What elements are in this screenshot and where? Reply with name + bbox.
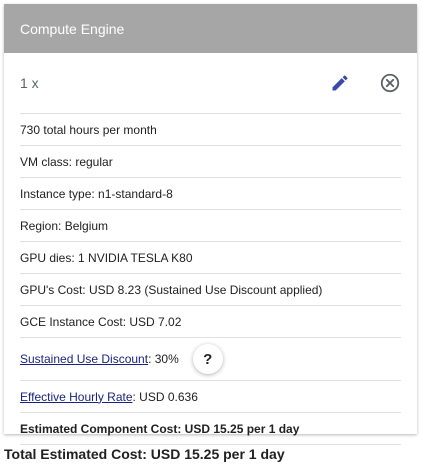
- component-cost-text: Estimated Component Cost: USD 15.25 per …: [20, 421, 300, 436]
- hours-text: 730 total hours per month: [20, 122, 157, 137]
- component-cost-row: Estimated Component Cost: USD 15.25 per …: [20, 413, 401, 445]
- help-button[interactable]: ?: [192, 344, 223, 374]
- remove-button[interactable]: [376, 69, 404, 97]
- gce-cost-row: GCE Instance Cost: USD 7.02: [20, 306, 401, 338]
- vm-class-text: VM class: regular: [20, 154, 113, 169]
- edit-button[interactable]: [326, 69, 354, 97]
- effective-hourly-rate-link[interactable]: Effective Hourly Rate: [20, 390, 133, 404]
- sustained-use-discount-row: Sustained Use Discount : 30% ?: [20, 338, 401, 381]
- compute-engine-card: Compute Engine 1 x 730 total hours per m…: [4, 4, 417, 445]
- card-header: Compute Engine: [4, 4, 417, 53]
- instance-type-text: Instance type: n1-standard-8: [20, 186, 173, 201]
- gpu-dies-row: GPU dies: 1 NVIDIA TESLA K80: [20, 242, 401, 274]
- gpu-cost-text: GPU's Cost: USD 8.23 (Sustained Use Disc…: [20, 282, 323, 297]
- quantity-label: 1 x: [20, 75, 39, 91]
- gce-cost-text: GCE Instance Cost: USD 7.02: [20, 314, 182, 329]
- sustained-use-discount-value: : 30%: [148, 352, 179, 366]
- card-title: Compute Engine: [20, 20, 125, 37]
- hours-row: 730 total hours per month: [20, 113, 401, 146]
- gpu-cost-row: GPU's Cost: USD 8.23 (Sustained Use Disc…: [20, 274, 401, 306]
- instance-type-row: Instance type: n1-standard-8: [20, 178, 401, 210]
- vm-class-row: VM class: regular: [20, 146, 401, 178]
- region-text: Region: Belgium: [20, 218, 109, 233]
- circle-x-icon: [380, 73, 400, 93]
- sustained-use-discount-link[interactable]: Sustained Use Discount: [20, 352, 148, 366]
- effective-hourly-rate-value: : USD 0.636: [132, 389, 198, 404]
- effective-hourly-rate-row: Effective Hourly Rate : USD 0.636: [20, 381, 401, 413]
- quantity-row: 1 x: [4, 53, 417, 113]
- pencil-icon: [332, 75, 348, 91]
- details-list: 730 total hours per month VM class: regu…: [4, 113, 417, 445]
- total-estimated-cost: Total Estimated Cost: USD 15.25 per 1 da…: [4, 446, 285, 462]
- gpu-dies-text: GPU dies: 1 NVIDIA TESLA K80: [20, 250, 193, 265]
- region-row: Region: Belgium: [20, 210, 401, 242]
